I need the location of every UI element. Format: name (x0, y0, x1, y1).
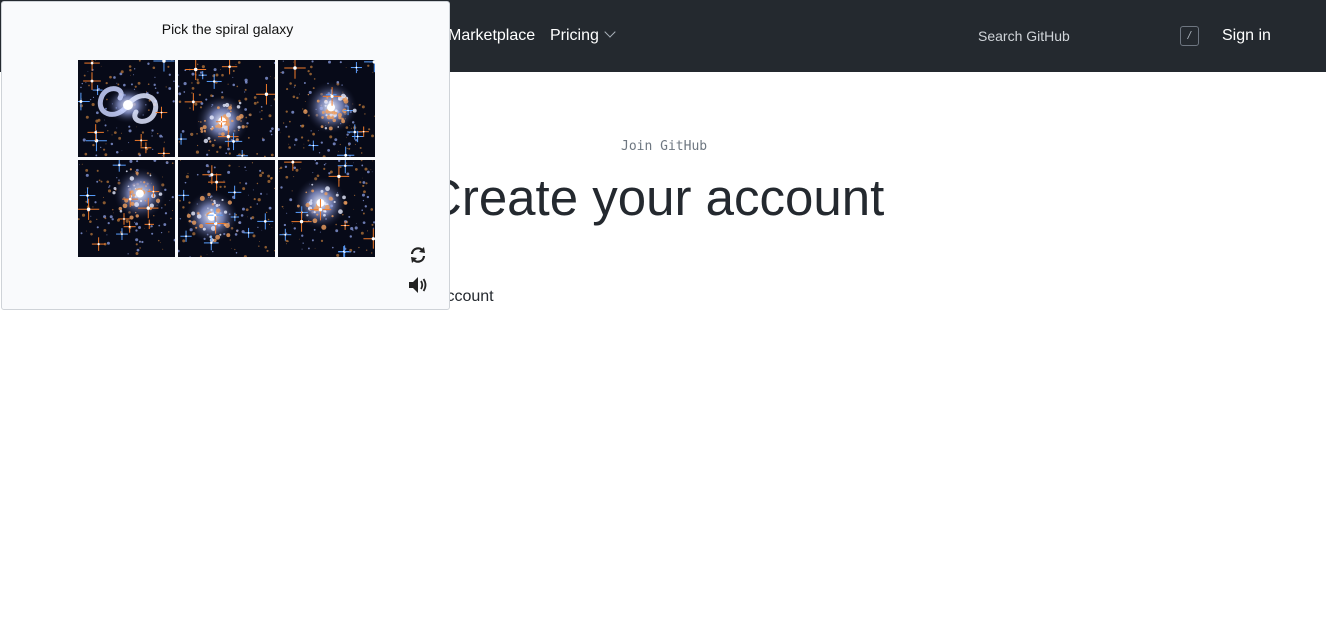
captcha-tile-spiral-galaxy[interactable] (78, 60, 175, 157)
refresh-button[interactable] (407, 244, 429, 266)
captcha-tile-star-cluster[interactable] (178, 160, 275, 257)
search-input[interactable] (966, 22, 1178, 50)
captcha-dialog: Pick the spiral galaxy (1, 1, 450, 310)
nav-pricing[interactable]: Pricing (550, 26, 616, 46)
captcha-tile-star-cluster[interactable] (78, 160, 175, 257)
nav-marketplace[interactable]: Marketplace (448, 26, 535, 46)
audio-icon (409, 277, 427, 293)
audio-button[interactable] (407, 274, 429, 296)
search-shortcut-key: / (1180, 26, 1199, 46)
join-label: Join GitHub (621, 139, 708, 154)
captcha-tile-star-cluster[interactable] (178, 60, 275, 157)
search-box[interactable]: / (966, 22, 1202, 50)
sign-in-link[interactable]: Sign in (1222, 26, 1271, 46)
page-title: Create your account (425, 169, 885, 226)
refresh-icon (410, 247, 426, 263)
captcha-tile-star-cluster[interactable] (278, 160, 375, 257)
captcha-tile-star-cluster[interactable] (278, 60, 375, 157)
chevron-down-icon (604, 26, 616, 38)
captcha-prompt: Pick the spiral galaxy (161, 21, 294, 37)
nav-pricing-label: Pricing (550, 27, 599, 44)
